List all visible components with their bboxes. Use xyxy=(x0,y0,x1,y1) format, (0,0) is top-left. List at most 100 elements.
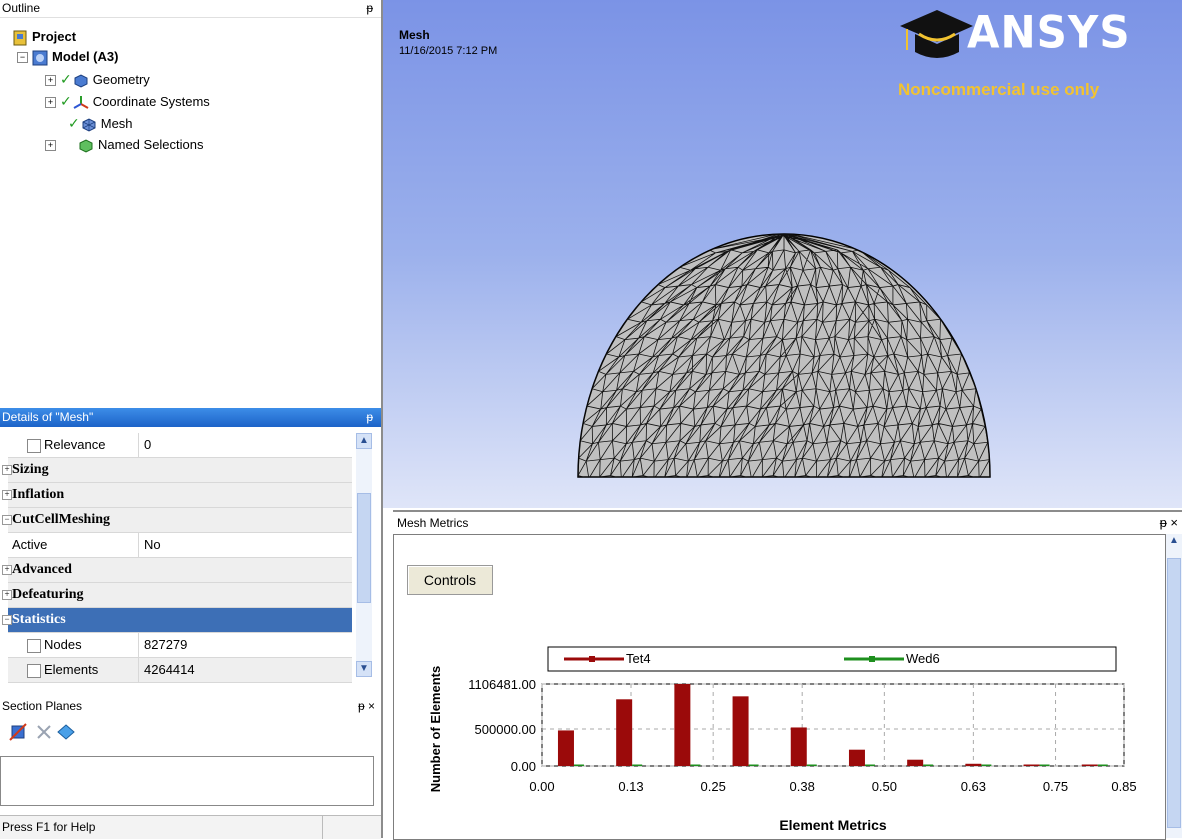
new-section-plane-icon[interactable] xyxy=(9,723,27,741)
checkbox[interactable] xyxy=(27,439,41,453)
tree-item-coordinate-systems[interactable]: + ✓ Coordinate Systems xyxy=(45,91,210,111)
bar-wed6[interactable] xyxy=(981,764,992,767)
details-grid: Relevance 0 + Sizing + Inflation − CutCe… xyxy=(2,433,352,683)
x-tick-label: 0.00 xyxy=(529,779,554,794)
show-whole-elements-icon[interactable] xyxy=(57,724,75,740)
scrollbar-thumb[interactable] xyxy=(357,493,371,603)
bar-tet4[interactable] xyxy=(732,696,749,766)
tree-item-model[interactable]: − Model (A3) xyxy=(17,47,118,67)
bar-wed6[interactable] xyxy=(1039,764,1050,767)
bar-tet4[interactable] xyxy=(557,730,574,766)
expand-icon[interactable]: + xyxy=(2,465,12,475)
collapse-icon[interactable]: − xyxy=(2,615,12,625)
x-tick-label: 0.75 xyxy=(1043,779,1068,794)
mesh-metrics-body: Controls Number of Elements Tet4 Wed6 11… xyxy=(393,534,1166,840)
details-row-nodes[interactable]: Nodes 827279 xyxy=(8,633,352,658)
expand-icon[interactable]: + xyxy=(2,490,12,500)
collapse-icon[interactable]: − xyxy=(17,52,28,64)
section-toolbar-icons xyxy=(9,723,75,741)
collapse-icon[interactable]: − xyxy=(2,515,12,525)
group-label: CutCellMeshing xyxy=(12,512,110,527)
tree-label: Project xyxy=(32,29,77,44)
row-value[interactable]: 0 xyxy=(138,433,151,457)
scroll-up-icon[interactable]: ▲ xyxy=(356,433,372,449)
row-label: Relevance xyxy=(44,437,106,452)
tree-item-named-selections[interactable]: + Named Selections xyxy=(45,135,204,155)
bar-tet4[interactable] xyxy=(1081,764,1098,767)
tree-item-mesh[interactable]: ✓ Mesh xyxy=(68,113,133,133)
checkbox[interactable] xyxy=(27,664,41,678)
mesh-metrics-chart[interactable]: Number of Elements Tet4 Wed6 1106481.00 5… xyxy=(424,631,1159,837)
tree-label: Named Selections xyxy=(98,137,204,152)
section-planes-title-bar: Section Planes ᵽ × xyxy=(0,697,383,715)
project-icon xyxy=(13,30,27,46)
expand-icon[interactable]: + xyxy=(2,565,12,575)
legend-label-tet4: Tet4 xyxy=(626,651,651,666)
bar-wed6[interactable] xyxy=(1097,764,1108,767)
expand-icon[interactable]: + xyxy=(45,75,56,87)
scroll-up-icon[interactable]: ▲ xyxy=(1166,534,1182,550)
left-panel: Outline ᵽ Project − Model (A3) + ✓ Geometry… xyxy=(0,0,383,839)
y-tick-labels: 1106481.00 500000.00 0.00 xyxy=(468,677,536,774)
bar-wed6[interactable] xyxy=(864,764,875,767)
details-row-elements[interactable]: Elements 4264414 xyxy=(8,658,352,683)
pin-close-icon[interactable]: ᵽ × xyxy=(358,697,375,715)
checkbox[interactable] xyxy=(27,639,41,653)
details-group-cutcellmeshing[interactable]: − CutCellMeshing xyxy=(2,508,352,533)
mesh-metrics-scrollbar[interactable]: ▲ xyxy=(1166,534,1182,838)
pin-icon[interactable]: ᵽ xyxy=(366,0,373,17)
bar-tet4[interactable] xyxy=(907,759,924,766)
bar-wed6[interactable] xyxy=(632,764,643,767)
pin-close-icon[interactable]: ᵽ × xyxy=(1160,512,1178,534)
details-group-defeaturing[interactable]: + Defeaturing xyxy=(2,583,352,608)
bar-wed6[interactable] xyxy=(923,764,934,767)
row-label: Elements xyxy=(44,662,99,677)
tree-item-project[interactable]: Project xyxy=(12,27,76,47)
details-row-relevance[interactable]: Relevance 0 xyxy=(8,433,352,458)
row-label: Active xyxy=(12,537,48,552)
details-group-advanced[interactable]: + Advanced xyxy=(2,558,352,583)
bar-wed6[interactable] xyxy=(748,764,759,767)
pin-icon[interactable]: ᵽ xyxy=(366,408,373,427)
checkmark-icon: ✓ xyxy=(60,93,72,109)
checkmark-icon: ✓ xyxy=(60,71,72,87)
x-axis-label: Element Metrics xyxy=(779,817,887,833)
details-group-inflation[interactable]: + Inflation xyxy=(2,483,352,508)
delete-icon[interactable] xyxy=(37,725,51,739)
expand-icon[interactable]: + xyxy=(45,97,56,109)
scroll-down-icon[interactable]: ▼ xyxy=(356,661,372,677)
bar-tet4[interactable] xyxy=(965,763,982,766)
bar-tet4[interactable] xyxy=(616,699,633,766)
row-value[interactable]: No xyxy=(138,533,161,557)
bar-tet4[interactable] xyxy=(674,684,691,766)
bar-tet4[interactable] xyxy=(790,727,807,766)
bar-tet4[interactable] xyxy=(848,749,865,766)
section-planes-list[interactable] xyxy=(0,756,374,806)
geometry-icon xyxy=(74,74,88,88)
group-label: Inflation xyxy=(12,487,65,502)
noncommercial-notice: Noncommercial use only xyxy=(898,80,1100,99)
tree-label: Geometry xyxy=(92,72,150,87)
bar-wed6[interactable] xyxy=(690,764,701,767)
bar-wed6[interactable] xyxy=(573,764,584,767)
legend-marker-wed6 xyxy=(869,656,875,662)
scrollbar-thumb[interactable] xyxy=(1167,558,1181,828)
tree-item-geometry[interactable]: + ✓ Geometry xyxy=(45,69,150,89)
graduation-cap-icon xyxy=(900,10,973,58)
graphics-viewport[interactable]: Mesh 11/16/2015 7:12 PM ANSYS Noncommerc… xyxy=(383,0,1182,508)
section-planes-title: Section Planes xyxy=(2,699,83,713)
x-tick-label: 0.25 xyxy=(701,779,726,794)
details-row-active[interactable]: Active No xyxy=(8,533,352,558)
controls-button[interactable]: Controls xyxy=(407,565,493,595)
bar-wed6[interactable] xyxy=(806,764,817,767)
row-value: 827279 xyxy=(138,633,187,657)
details-group-statistics[interactable]: − Statistics xyxy=(2,608,352,633)
checkmark-icon: ✓ xyxy=(68,115,80,131)
expand-icon[interactable]: + xyxy=(2,590,12,600)
details-group-sizing[interactable]: + Sizing xyxy=(2,458,352,483)
y-axis-label: Number of Elements xyxy=(428,666,443,792)
expand-icon[interactable]: + xyxy=(45,140,56,152)
row-value: 4264414 xyxy=(138,658,195,682)
details-scrollbar[interactable]: ▲ ▼ xyxy=(356,433,372,677)
bar-tet4[interactable] xyxy=(1023,764,1040,767)
